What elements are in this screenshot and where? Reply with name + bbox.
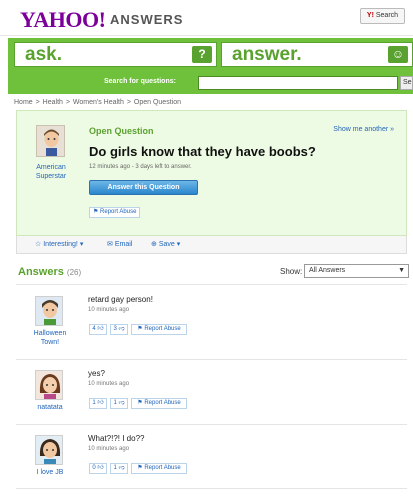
chevron-down-icon: ▾: [174, 241, 181, 248]
answer-item: Halloween Town! retard gay person! 10 mi…: [16, 290, 407, 360]
answers-heading: Answers (26): [18, 266, 81, 278]
interesting-button[interactable]: ☆ Interesting! ▾: [35, 240, 83, 248]
yahoo-y-icon: Y!: [366, 12, 374, 19]
email-label: Email: [114, 241, 133, 248]
answerer-avatar[interactable]: [35, 370, 63, 400]
thumbs-up-button[interactable]: 1 👍︎: [89, 398, 107, 409]
breadcrumb-separator: >: [63, 99, 72, 106]
answers-title: Answers: [18, 266, 64, 278]
search-label: Search for questions:: [104, 78, 176, 85]
question-action-bar: ☆ Interesting! ▾ ✉ Email ⊕ Save ▾: [16, 236, 407, 254]
breadcrumb-separator: >: [33, 99, 42, 106]
question-mark-icon: ?: [192, 46, 212, 63]
interesting-label: Interesting!: [43, 241, 78, 248]
report-abuse-button[interactable]: ⚑ Report Abuse: [131, 463, 187, 474]
report-abuse-button[interactable]: ⚑ Report Abuse: [131, 398, 187, 409]
report-abuse-button[interactable]: ⚑ Report Abuse: [89, 207, 141, 218]
answers-count: (26): [66, 268, 82, 277]
show-label: Show:: [280, 267, 303, 276]
thumbs-down-button[interactable]: 1 👎︎: [110, 463, 128, 474]
answers-logo-text: ANSWERS: [110, 12, 184, 27]
answer-this-question-button[interactable]: Answer this Question: [89, 180, 198, 195]
thumbs-up-button[interactable]: 4 👍︎: [89, 324, 107, 335]
answer-time: 10 minutes ago: [88, 307, 130, 313]
asker-name[interactable]: American Superstar: [25, 163, 77, 181]
breadcrumb-womens-health[interactable]: Women's Health: [73, 99, 124, 106]
answer-button[interactable]: answer. ☺: [221, 42, 413, 67]
flag-icon: ⚑: [93, 209, 101, 215]
show-me-another-link[interactable]: Show me another »: [333, 126, 394, 133]
divider: [16, 488, 407, 489]
breadcrumb-home[interactable]: Home: [14, 99, 33, 106]
answer-time: 10 minutes ago: [88, 446, 130, 452]
thumbs-up-button[interactable]: 0 👍︎: [89, 463, 107, 474]
question-title: Do girls know that they have boobs?: [89, 144, 316, 159]
thumbs-up-icon: 👍︎: [95, 400, 104, 406]
answerer-avatar[interactable]: [35, 435, 63, 465]
smiley-icon: ☺: [388, 46, 408, 63]
report-abuse-label: Report Abuse: [144, 465, 181, 471]
question-search-row: Search for questions: Se: [8, 74, 413, 92]
thumbs-down-icon: 👎︎: [116, 326, 125, 332]
search-input[interactable]: [198, 76, 398, 90]
ask-label: ask.: [25, 44, 62, 65]
answers-filter-value: All Answers: [309, 267, 346, 274]
report-abuse-label: Report Abuse: [100, 209, 137, 215]
question-panel: American Superstar Open Question Show me…: [16, 110, 407, 236]
thumbs-down-button[interactable]: 1 👎︎: [110, 398, 128, 409]
breadcrumb-health[interactable]: Health: [43, 99, 63, 106]
answer-time: 10 minutes ago: [88, 381, 130, 387]
avatar-image: [36, 297, 62, 325]
answer-text: yes?: [88, 369, 105, 378]
report-abuse-label: Report Abuse: [144, 326, 181, 332]
chevron-down-icon: ▼: [398, 267, 405, 274]
ask-answer-panel: ask. ? answer. ☺ Search for questions: S…: [8, 38, 413, 94]
divider: [16, 359, 407, 360]
breadcrumb-separator: >: [124, 99, 133, 106]
avatar-image: [36, 436, 62, 464]
report-abuse-label: Report Abuse: [144, 400, 181, 406]
ask-button[interactable]: ask. ?: [14, 42, 217, 67]
answerer-name[interactable]: natatata: [24, 403, 76, 412]
question-meta: 12 minutes ago - 3 days left to answer.: [89, 164, 192, 170]
question-status: Open Question: [89, 126, 154, 136]
breadcrumb-current: Open Question: [133, 99, 181, 106]
thumbs-up-icon: 👍︎: [95, 326, 104, 332]
top-bar: YAHOO! ANSWERS Y! Search: [0, 0, 413, 36]
email-button[interactable]: ✉ Email: [107, 240, 132, 248]
thumbs-down-button[interactable]: 3 👎︎: [110, 324, 128, 335]
thumbs-down-icon: 👎︎: [116, 400, 125, 406]
answer-label: answer.: [232, 44, 302, 65]
breadcrumb: Home > Health > Women's Health > Open Qu…: [14, 99, 181, 106]
yahoo-search-button[interactable]: Y! Search: [360, 8, 405, 24]
answerer-avatar[interactable]: [35, 296, 63, 326]
thumbs-down-icon: 👎︎: [116, 465, 125, 471]
chevron-down-icon: ▾: [77, 241, 84, 248]
divider: [16, 284, 407, 285]
answer-text: retard gay person!: [88, 295, 153, 304]
answer-text: What?!?! I do??: [88, 434, 145, 443]
thumbs-up-icon: 👍︎: [95, 465, 104, 471]
save-button[interactable]: ⊕ Save ▾: [151, 240, 180, 248]
answerer-name[interactable]: I love JB: [24, 468, 76, 477]
divider: [16, 424, 407, 425]
search-submit-button[interactable]: Se: [400, 76, 413, 90]
plus-icon: ⊕: [151, 241, 159, 248]
envelope-icon: ✉: [107, 241, 115, 248]
yahoo-logo[interactable]: YAHOO!: [20, 7, 106, 33]
answerer-name[interactable]: Halloween Town!: [24, 329, 76, 347]
search-button-label: Search: [375, 12, 399, 19]
save-label: Save: [158, 241, 175, 248]
report-abuse-button[interactable]: ⚑ Report Abuse: [131, 324, 187, 335]
avatar-image: [36, 371, 62, 399]
star-icon: ☆: [35, 241, 44, 248]
answers-filter-select[interactable]: All Answers ▼: [304, 264, 409, 278]
asker-avatar[interactable]: [36, 125, 65, 157]
avatar-image: [37, 126, 64, 156]
